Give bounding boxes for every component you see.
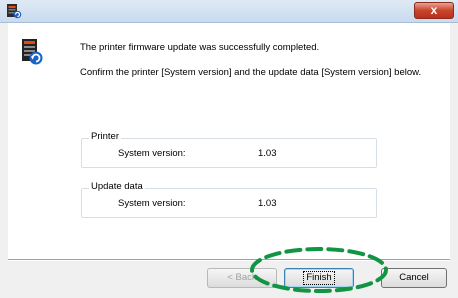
update-data-group-label: Update data [89, 181, 145, 192]
content-panel: The printer firmware update was successf… [8, 23, 450, 259]
cancel-button[interactable]: Cancel [381, 268, 447, 288]
finish-button-label: Finish [303, 271, 335, 285]
back-button-label: < Back [227, 272, 257, 283]
confirm-message: Confirm the printer [System version] and… [80, 67, 422, 78]
update-system-version-value: 1.03 [258, 198, 277, 209]
back-button[interactable]: < Back [207, 268, 277, 288]
button-separator [8, 259, 450, 261]
title-bar: x [0, 0, 458, 23]
printer-group-label: Printer [89, 131, 121, 142]
printer-group: Printer System version: 1.03 [81, 131, 377, 168]
printer-system-version-label: System version: [118, 148, 186, 159]
printer-system-version-value: 1.03 [258, 148, 277, 159]
finish-button[interactable]: Finish [284, 268, 354, 288]
close-button[interactable]: x [414, 2, 454, 19]
printer-firmware-icon [7, 4, 22, 19]
update-system-version-label: System version: [118, 198, 186, 209]
close-icon: x [430, 3, 438, 17]
firmware-update-dialog: x The printer firmware update was succes… [0, 0, 458, 298]
firmware-update-icon [22, 39, 43, 65]
success-message: The printer firmware update was successf… [80, 42, 320, 53]
cancel-button-label: Cancel [399, 272, 429, 283]
update-data-group: Update data System version: 1.03 [81, 181, 377, 218]
